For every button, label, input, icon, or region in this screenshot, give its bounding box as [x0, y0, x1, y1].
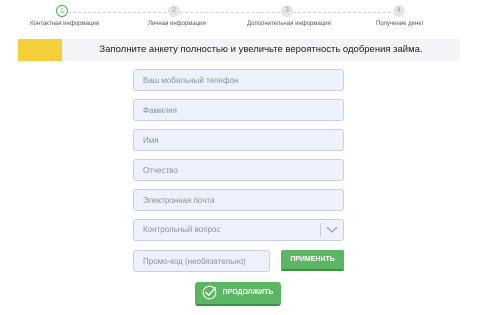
- lastname-input[interactable]: [133, 99, 344, 121]
- email-input[interactable]: [133, 189, 344, 211]
- security-question-select[interactable]: Контрольный вопрос: [133, 219, 344, 241]
- promo-code-input[interactable]: [133, 250, 270, 272]
- patronymic-input[interactable]: [133, 159, 344, 181]
- step-4-label: Получение денег: [376, 21, 424, 27]
- chevron-down-icon[interactable]: [326, 225, 338, 235]
- step-connector: [180, 12, 280, 13]
- check-circle-icon: [202, 285, 217, 300]
- step-connector: [68, 12, 166, 13]
- step-3-indicator: 3: [281, 5, 293, 17]
- apply-promo-button[interactable]: ПРИМЕНИТЬ: [281, 250, 344, 271]
- step-1-label: Контактная информация: [30, 21, 99, 27]
- continue-button[interactable]: ПРОДОЛЖИТЬ: [195, 282, 281, 306]
- step-2-label: Личная информация: [148, 21, 206, 27]
- security-question-value: Контрольный вопрос: [143, 225, 221, 234]
- banner-accent: [18, 39, 62, 61]
- step-4-indicator: 4: [393, 5, 405, 17]
- banner-text: Заполните анкету полностью и увеличьте в…: [99, 44, 423, 55]
- continue-button-label: ПРОДОЛЖИТЬ: [222, 289, 274, 296]
- firstname-input[interactable]: [133, 129, 344, 151]
- step-2-indicator: 2: [168, 5, 180, 17]
- step-connector: [293, 12, 391, 13]
- step-3-label: Дополнительная информация: [247, 21, 331, 27]
- select-divider: [320, 223, 321, 237]
- step-1-indicator: 1: [56, 5, 68, 17]
- progress-stepper: 1 2 3 4 Контактная информация Личная инф…: [0, 0, 480, 36]
- phone-input[interactable]: [133, 69, 344, 91]
